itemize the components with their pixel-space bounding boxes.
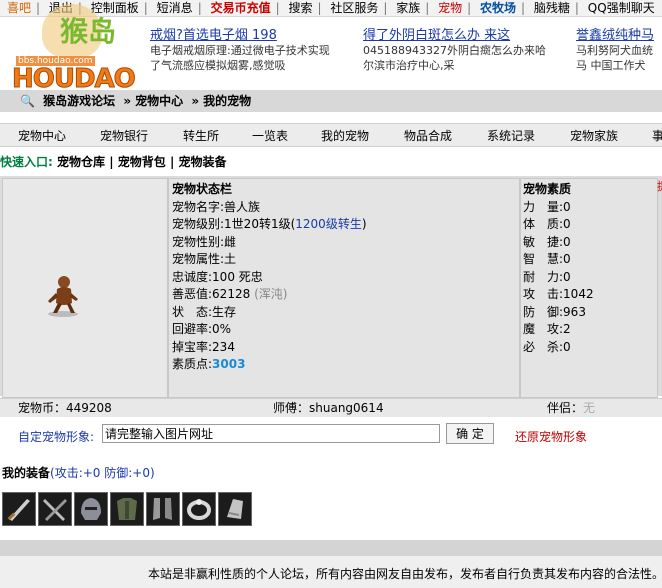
nav-community[interactable]: 社区服务 — [325, 0, 383, 16]
status-evade-row: 回避率:0% — [172, 322, 232, 336]
status-title: 宠物状态栏 — [172, 182, 233, 196]
menu-pet-bank[interactable]: 宠物银行 — [100, 127, 148, 144]
pet-image-box — [2, 178, 168, 398]
restore-image-link[interactable]: 还原宠物形象 — [515, 428, 587, 445]
equipment-stats: (攻击:+0 防御:+0) — [50, 466, 155, 480]
pet-currency-row: 宠物币：449208 师傅：shuang0614 伴侣： 无 — [0, 398, 662, 417]
pet-partner: 无 — [583, 401, 596, 415]
quick-links: 快速入口: 宠物仓库 | 宠物背包 | 宠物装备 — [0, 155, 227, 169]
breadcrumb-icon: 🔍 — [20, 94, 35, 108]
nav-farm[interactable]: 农牧场 — [475, 0, 521, 16]
site-logo[interactable]: 猴岛 bbs.houdao.com HOUDAO — [2, 4, 142, 95]
quality-title: 宠物素质 — [523, 182, 572, 196]
ad-title[interactable]: 戒烟?首选电子烟 198 — [150, 24, 330, 43]
equip-armor-icon[interactable] — [110, 492, 144, 526]
quality-row: 智 慧:0 — [523, 252, 571, 266]
nav-family[interactable]: 家族 — [391, 0, 425, 16]
status-state-row: 状 态:生存 — [172, 304, 237, 319]
menu-pet-center[interactable]: 宠物中心 — [18, 127, 66, 144]
nav-search[interactable]: 搜索 — [283, 0, 317, 16]
quality-row: 魔 攻:2 — [523, 322, 571, 336]
ad-desc: 马 中国工作犬 — [576, 59, 646, 72]
pet-master: 师傅：shuang0614 — [273, 401, 384, 415]
quick-warehouse[interactable]: 宠物仓库 — [57, 155, 105, 169]
rebirth-link[interactable]: 1200级转生 — [295, 217, 362, 231]
ad-desc: 电子烟戒烟原理:通过微电子技术实现 — [150, 44, 330, 57]
menu-pet-family[interactable]: 宠物家族 — [570, 127, 618, 144]
nav-messages[interactable]: 短消息 — [152, 0, 198, 16]
quality-row: 攻 击:1042 — [523, 287, 594, 301]
equipment-header: 我的装备(攻击:+0 防御:+0) — [2, 464, 155, 481]
pet-quality-panel: 宠物素质 力 量:0 体 质:0 敏 捷:0 智 慧:0 耐 力:0 攻 击:1… — [520, 178, 658, 398]
nav-candy[interactable]: 脑残糖 — [529, 0, 575, 16]
status-level-row: 宠物级别:1世20转1级(1200级转生) — [172, 217, 367, 231]
quick-backpack[interactable]: 宠物背包 — [118, 155, 166, 169]
status-attr-row: 宠物属性:土 — [172, 252, 237, 266]
equip-boots-icon[interactable] — [146, 492, 180, 526]
quality-row: 体 质:0 — [523, 217, 571, 231]
ad-block-1[interactable]: 戒烟?首选电子烟 198 电子烟戒烟原理:通过微电子技术实现 了气流感应模拟烟雾… — [150, 24, 330, 73]
quality-row: 耐 力:0 — [523, 269, 571, 284]
ad-desc: 马利努阿犬血统 — [576, 44, 653, 57]
status-points-row: 素质点:3003 — [172, 357, 246, 371]
quick-equipment[interactable]: 宠物装备 — [179, 155, 227, 169]
separator-bar — [0, 540, 662, 556]
footer-disclaimer: 本站是非赢利性质的个人论坛，所有内容由网友自由发布，发布者自行负责其发布内容的合… — [148, 567, 662, 581]
ad-title[interactable]: 誉鑫绒纯种马 — [576, 24, 654, 43]
pet-menu: 宠物中心 宠物银行 转生所 一览表 我的宠物 物品合成 系统记录 宠物家族 事 — [0, 123, 662, 147]
equip-sword-icon[interactable] — [2, 492, 36, 526]
status-drop-row: 掉宝率:234 — [172, 339, 235, 354]
breadcrumb-pet-center[interactable]: 宠物中心 — [135, 94, 183, 108]
equip-dagger-icon[interactable] — [38, 492, 72, 526]
nav-pets[interactable]: 宠物 — [433, 0, 467, 16]
pet-sprite-icon — [48, 276, 78, 317]
ad-desc: 了气流感应模拟烟雾,感觉吸 — [150, 59, 286, 72]
points-link[interactable]: 3003 — [212, 357, 245, 371]
menu-rebirth[interactable]: 转生所 — [183, 127, 219, 144]
equip-ring-icon[interactable] — [182, 492, 216, 526]
custom-image-row: 自定宠物形象: 确 定 还原宠物形象 — [0, 422, 662, 448]
status-name-row: 宠物名字:兽人族 — [172, 199, 261, 214]
ad-title[interactable]: 得了外阴白斑怎么办 来这 — [363, 24, 546, 43]
right-edge-clip: 提 — [657, 178, 662, 318]
breadcrumb: 🔍 猴岛游戏论坛 » 宠物中心 » 我的宠物 — [0, 90, 662, 112]
quality-row: 力 量:0 — [523, 199, 571, 214]
ad-block-3[interactable]: 誉鑫绒纯种马 马利努阿犬血统 马 中国工作犬 — [576, 24, 654, 73]
status-karma-row: 善恶值:62128 (浑沌) — [172, 287, 288, 301]
menu-overview[interactable]: 一览表 — [252, 127, 288, 144]
pet-coins: 宠物币：449208 — [18, 401, 112, 415]
quality-row: 敏 捷:0 — [523, 234, 571, 249]
quality-row: 防 御:963 — [523, 304, 586, 319]
pet-partner-label: 伴侣： — [547, 401, 584, 415]
status-loyalty-row: 忠诚度:100 死忠 — [172, 269, 263, 284]
quick-label: 快速入口: — [0, 155, 53, 169]
ad-block-2[interactable]: 得了外阴白斑怎么办 来这 045188943327外阴白癍怎么办来哈 尔滨市治疗… — [363, 24, 546, 73]
nav-qq-chat[interactable]: QQ强制聊天 — [583, 0, 660, 16]
pet-name: 兽人族 — [224, 199, 261, 214]
menu-synthesis[interactable]: 物品合成 — [404, 127, 452, 144]
custom-image-label: 自定宠物形象: — [18, 430, 95, 444]
equip-helmet-icon[interactable] — [74, 492, 108, 526]
pet-status-panel: 宠物状态栏 宠物名字:兽人族 宠物级别:1世20转1级(1200级转生) 宠物性… — [168, 178, 520, 398]
breadcrumb-forum[interactable]: 猴岛游戏论坛 — [43, 94, 115, 108]
custom-image-input[interactable] — [102, 424, 440, 443]
menu-my-pet[interactable]: 我的宠物 — [321, 127, 369, 144]
menu-more[interactable]: 事 — [652, 127, 662, 144]
menu-system-log[interactable]: 系统记录 — [487, 127, 535, 144]
ad-desc: 尔滨市治疗中心,采 — [363, 59, 455, 72]
confirm-button[interactable]: 确 定 — [446, 423, 494, 444]
logo-cn-text: 猴岛 — [60, 15, 117, 48]
nav-recharge[interactable]: 交易币充值 — [206, 0, 276, 16]
breadcrumb-my-pet: 我的宠物 — [203, 94, 252, 108]
equip-gauntlet-icon[interactable] — [218, 492, 252, 526]
status-gender-row: 宠物性别:雌 — [172, 234, 237, 249]
quality-row: 必 杀:0 — [523, 339, 571, 354]
equipment-title: 我的装备 — [2, 466, 51, 480]
ad-desc: 045188943327外阴白癍怎么办来哈 — [363, 44, 546, 57]
